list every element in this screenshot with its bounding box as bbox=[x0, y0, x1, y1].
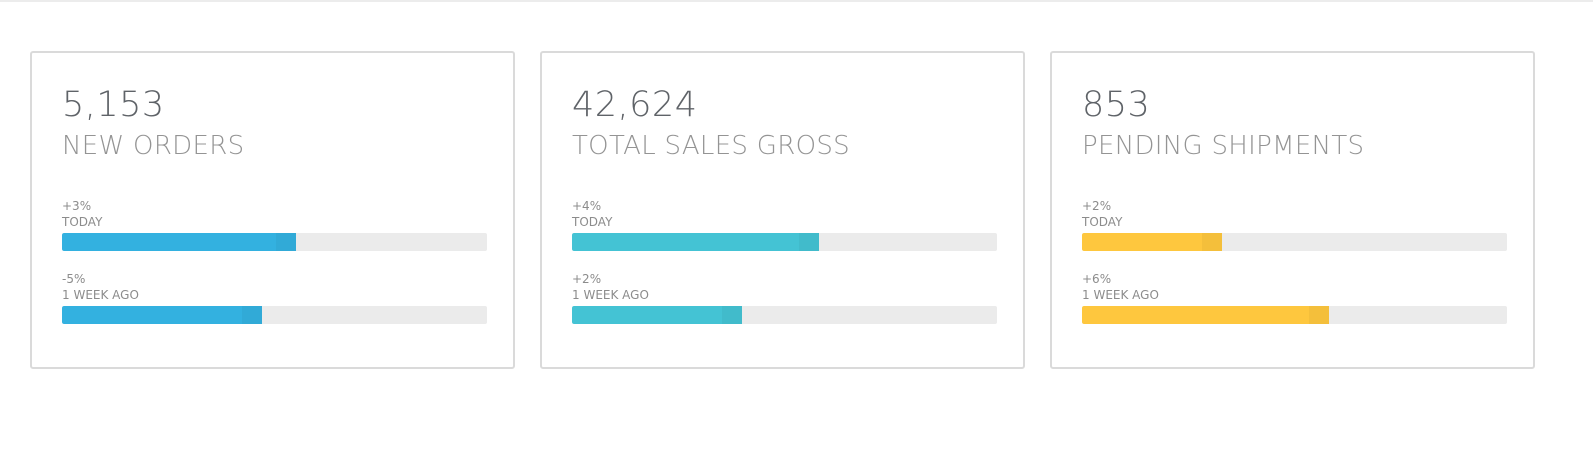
metric-week-ago: -5% 1 WEEK AGO bbox=[62, 271, 487, 324]
progress-bar-track bbox=[62, 233, 487, 251]
top-divider bbox=[0, 0, 1593, 2]
progress-bar-fill bbox=[62, 233, 296, 251]
metric-change: +4% bbox=[572, 199, 602, 213]
stat-value: 853 bbox=[1082, 85, 1151, 125]
metric-period: 1 WEEK AGO bbox=[1082, 288, 1159, 302]
metric-period: TODAY bbox=[62, 215, 103, 229]
progress-bar-fill bbox=[1082, 233, 1223, 251]
stat-card-new-orders: 5,153 NEW ORDERS +3% TODAY -5% 1 WEEK AG… bbox=[30, 51, 515, 369]
progress-bar-fill bbox=[62, 306, 262, 324]
metric-change: +2% bbox=[572, 272, 602, 286]
metric-change: +2% bbox=[1082, 199, 1112, 213]
stat-value: 42,624 bbox=[572, 85, 698, 125]
metric-change: +6% bbox=[1082, 272, 1112, 286]
progress-bar-track bbox=[572, 233, 997, 251]
metric-today: +3% TODAY bbox=[62, 198, 487, 251]
metric-today: +4% TODAY bbox=[572, 198, 997, 251]
progress-bar-track bbox=[572, 306, 997, 324]
metric-period: TODAY bbox=[572, 215, 613, 229]
stat-label: TOTAL SALES GROSS bbox=[572, 131, 850, 161]
progress-bar-fill bbox=[572, 306, 742, 324]
progress-bar-track bbox=[1082, 233, 1507, 251]
stat-label: NEW ORDERS bbox=[62, 131, 245, 161]
progress-bar-track bbox=[62, 306, 487, 324]
metric-period: 1 WEEK AGO bbox=[62, 288, 139, 302]
metric-period: 1 WEEK AGO bbox=[572, 288, 649, 302]
metric-week-ago: +2% 1 WEEK AGO bbox=[572, 271, 997, 324]
metric-change: +3% bbox=[62, 199, 92, 213]
progress-bar-fill bbox=[572, 233, 819, 251]
metric-period: TODAY bbox=[1082, 215, 1123, 229]
stat-card-pending-shipments: 853 PENDING SHIPMENTS +2% TODAY +6% 1 WE… bbox=[1050, 51, 1535, 369]
stat-label: PENDING SHIPMENTS bbox=[1082, 131, 1365, 161]
stat-card-total-sales-gross: 42,624 TOTAL SALES GROSS +4% TODAY +2% 1… bbox=[540, 51, 1025, 369]
progress-bar-track bbox=[1082, 306, 1507, 324]
metric-week-ago: +6% 1 WEEK AGO bbox=[1082, 271, 1507, 324]
stat-value: 5,153 bbox=[62, 85, 165, 125]
metric-change: -5% bbox=[62, 272, 86, 286]
metric-today: +2% TODAY bbox=[1082, 198, 1507, 251]
progress-bar-fill bbox=[1082, 306, 1329, 324]
